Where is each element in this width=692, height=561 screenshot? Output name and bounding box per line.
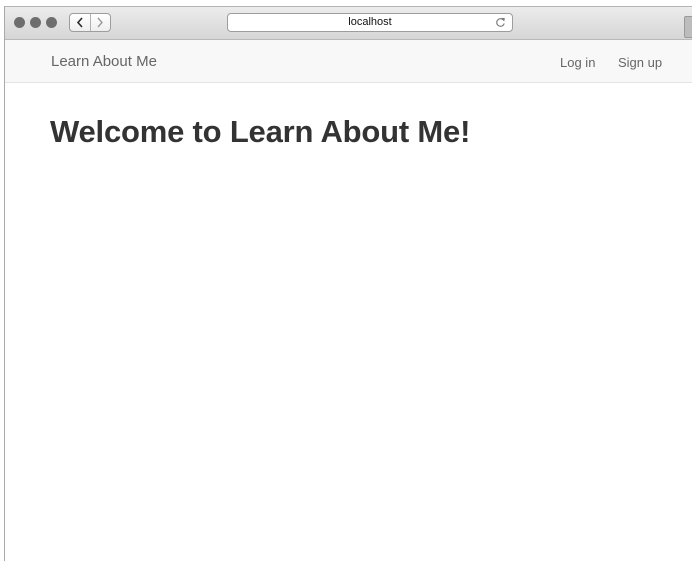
signup-link[interactable]: Sign up: [618, 55, 662, 70]
address-bar[interactable]: localhost: [227, 13, 513, 32]
site-navbar: Learn About Me Log in Sign up: [5, 40, 692, 83]
browser-toolbar: localhost: [5, 7, 692, 40]
window-corner-control: [684, 16, 692, 38]
address-bar-url: localhost: [348, 16, 392, 28]
login-link[interactable]: Log in: [560, 55, 595, 70]
minimize-window-button[interactable]: [30, 17, 41, 28]
chevron-right-icon: [97, 17, 104, 28]
history-nav-buttons: [69, 13, 111, 32]
chevron-left-icon: [76, 17, 83, 28]
browser-window: localhost Learn About Me Log in Sign up …: [4, 6, 692, 561]
reload-icon[interactable]: [495, 17, 506, 28]
forward-button[interactable]: [89, 14, 111, 31]
page-title: Welcome to Learn About Me!: [50, 114, 471, 149]
back-button[interactable]: [70, 14, 90, 31]
zoom-window-button[interactable]: [46, 17, 57, 28]
close-window-button[interactable]: [14, 17, 25, 28]
brand-link[interactable]: Learn About Me: [51, 53, 157, 70]
